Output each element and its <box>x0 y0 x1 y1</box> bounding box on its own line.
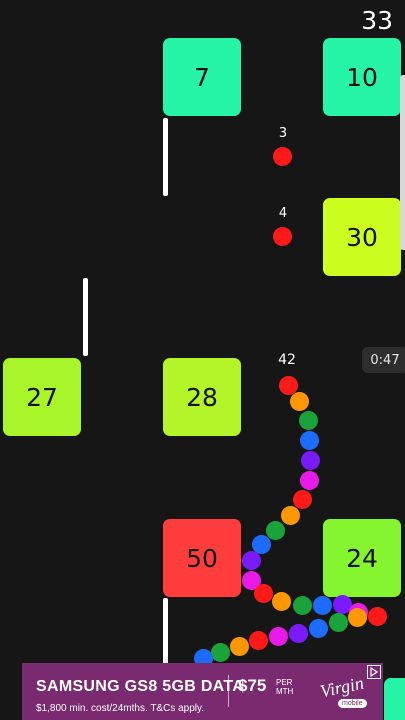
snake-segment <box>367 606 387 626</box>
snake-segment <box>265 520 285 540</box>
snake-length: 42 <box>278 352 296 368</box>
block-value: 10 <box>346 62 378 92</box>
brand-logo-text: Virgin <box>318 672 366 702</box>
snake-segment <box>292 595 312 615</box>
snake-segment <box>299 470 319 490</box>
snake-segment <box>268 626 288 646</box>
ad-choices-icon[interactable] <box>367 665 381 679</box>
brand-logo: Virgin mobile <box>314 673 374 713</box>
snake-segment <box>241 550 261 570</box>
block: 28 <box>163 358 241 436</box>
block: 50 <box>163 519 241 597</box>
snake-segment <box>210 642 230 662</box>
food-pellet <box>273 147 292 166</box>
snake-segment <box>312 595 332 615</box>
game-board[interactable]: 7 10 30 27 28 50 24 3 4 42 33 0:47 SAMSU… <box>0 0 405 720</box>
food-pellet <box>273 227 292 246</box>
snake-segment <box>289 391 309 411</box>
snake-segment <box>298 410 318 430</box>
ad-subtext: $1,800 min. cost/24mths. T&Cs apply. <box>36 703 205 714</box>
ad-headline: SAMSUNG GS8 5GB DATA <box>36 678 245 695</box>
block: 7 <box>163 38 241 116</box>
wall <box>83 278 88 356</box>
edge-handle[interactable] <box>400 75 405 250</box>
ad-price: $75 <box>238 676 267 695</box>
block-value: 50 <box>186 543 218 573</box>
snake-segment <box>347 607 367 627</box>
block: 10 <box>323 38 401 116</box>
snake-head <box>278 375 298 395</box>
snake-segment <box>299 430 319 450</box>
block-value: 7 <box>194 62 210 92</box>
block-value: 30 <box>346 222 378 252</box>
ad-price-period: PER MTH <box>276 678 294 696</box>
snake-segment <box>300 450 320 470</box>
snake-segment <box>271 591 291 611</box>
block-value: 27 <box>26 382 58 412</box>
block-value: 28 <box>186 382 218 412</box>
snake-segment <box>288 623 308 643</box>
ad-banner[interactable]: SAMSUNG GS8 5GB DATA $1,800 min. cost/24… <box>22 663 383 720</box>
snake-segment <box>292 489 312 509</box>
block: 30 <box>323 198 401 276</box>
timer-badge: 0:47 <box>362 347 405 373</box>
block: 27 <box>3 358 81 436</box>
food-value: 4 <box>278 206 288 221</box>
snake-segment <box>328 612 348 632</box>
snake-segment <box>280 505 300 525</box>
snake-segment <box>253 583 273 603</box>
block: 24 <box>323 519 401 597</box>
snake-segment <box>248 630 268 650</box>
wall <box>163 598 168 668</box>
wall <box>163 118 168 196</box>
brand-logo-sub: mobile <box>338 699 367 708</box>
food-value: 3 <box>278 126 288 141</box>
block-partial <box>384 678 405 720</box>
score: 33 <box>361 6 393 35</box>
ad-divider <box>228 675 229 707</box>
snake-segment <box>229 636 249 656</box>
block-value: 24 <box>346 543 378 573</box>
snake-segment <box>308 618 328 638</box>
